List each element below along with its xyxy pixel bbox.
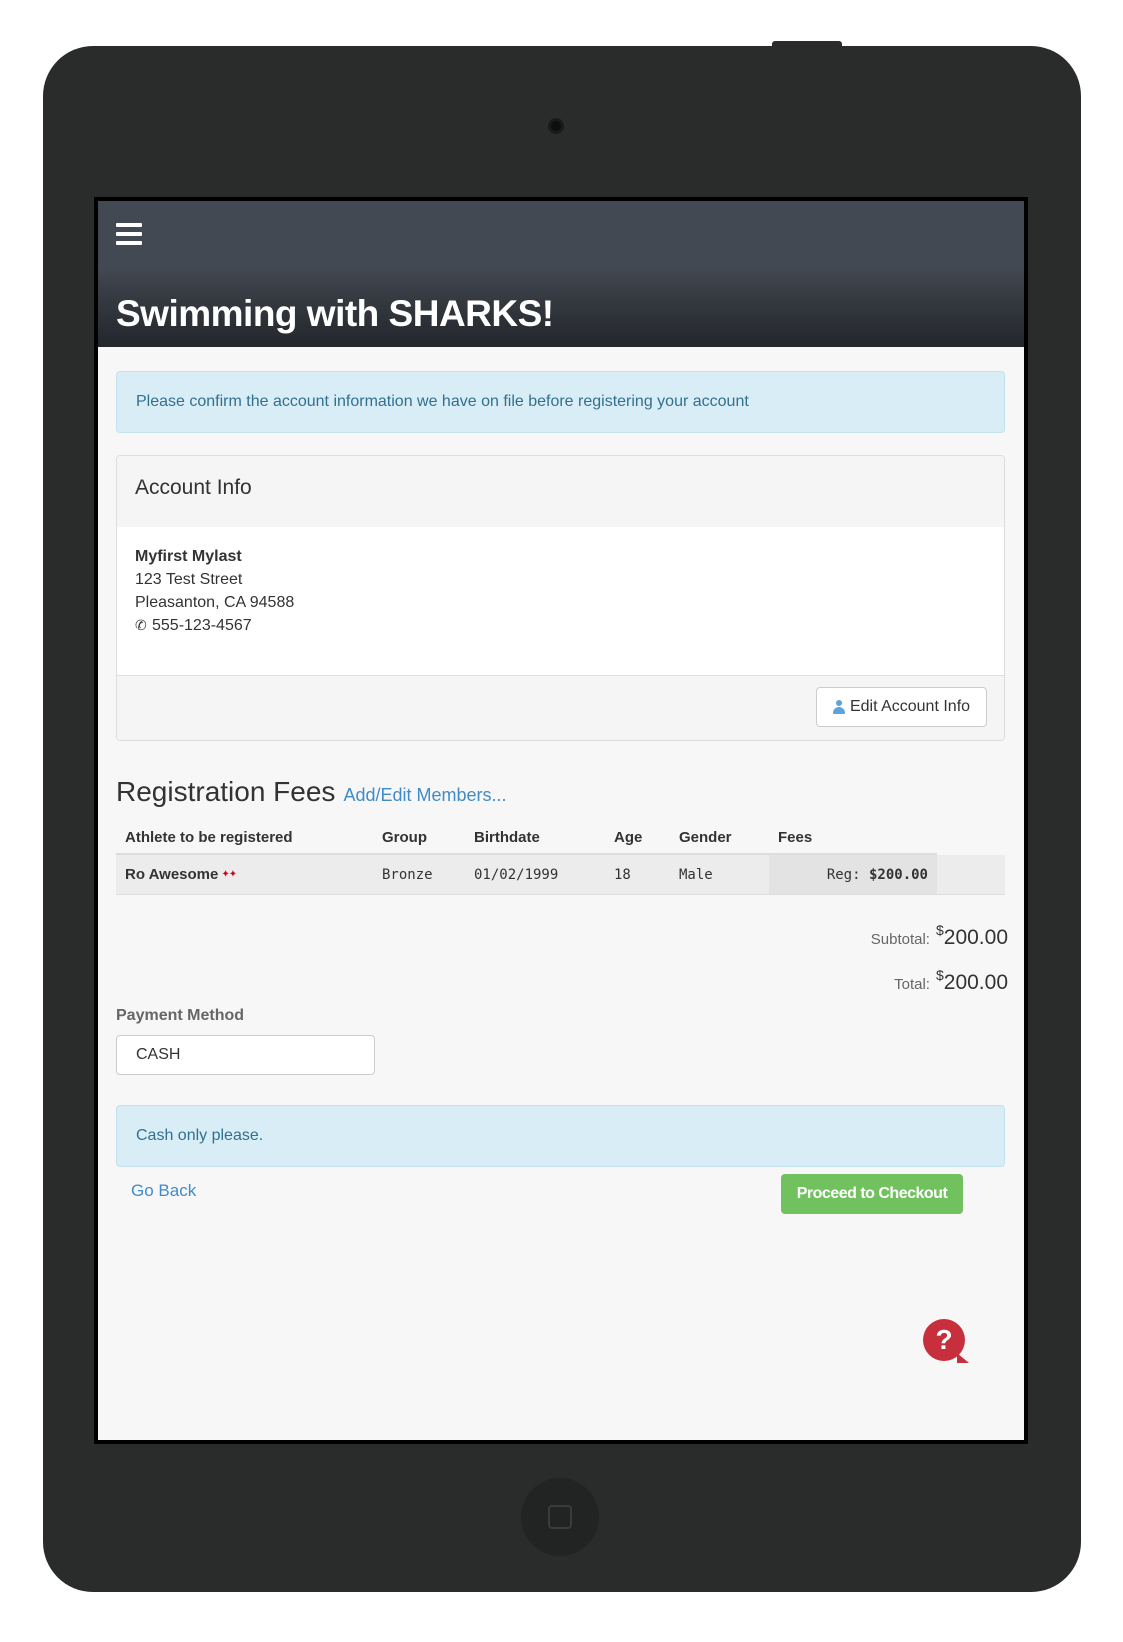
total-line: Total: $200.00 <box>708 967 1008 995</box>
subtotal-line: Subtotal: $200.00 <box>708 922 1008 950</box>
table-header: Athlete to be registered Group Birthdate… <box>116 821 937 855</box>
payment-method-value: CASH <box>136 1046 181 1063</box>
account-phone-line: ✆ 555-123-4567 <box>135 614 986 637</box>
column-header-birthdate: Birthdate <box>474 828 540 846</box>
registration-title: Registration Fees <box>116 776 336 807</box>
cash-only-alert: Cash only please. <box>116 1105 1005 1167</box>
subtotal-value: 200.00 <box>943 926 1008 949</box>
top-navbar: Swimming with SHARKS! <box>98 201 1024 347</box>
go-back-link[interactable]: Go Back <box>131 1181 196 1201</box>
cash-only-alert-text: Cash only please. <box>136 1127 264 1144</box>
edit-account-info-label: Edit Account Info <box>849 698 971 715</box>
fee-amount: $200.00 <box>868 866 928 883</box>
column-header-fees: Fees <box>778 828 813 846</box>
payment-method-label: Payment Method <box>116 1007 245 1024</box>
athlete-name: Ro Awesome <box>125 866 219 883</box>
add-edit-members-link[interactable]: Add/Edit Members... <box>343 785 506 806</box>
phone-icon: ✆ <box>135 617 147 633</box>
account-info-heading: Account Info <box>117 456 1004 527</box>
hamburger-menu-icon[interactable] <box>116 223 142 245</box>
total-label: Total: <box>894 976 930 993</box>
home-button[interactable] <box>521 1478 599 1556</box>
account-street: 123 Test Street <box>135 571 243 588</box>
athlete-fee-cell: Reg: $200.00 <box>769 855 937 894</box>
account-phone: 555-123-4567 <box>152 617 252 634</box>
proceed-to-checkout-button[interactable]: Proceed to Checkout <box>781 1174 963 1214</box>
athlete-birthdate: 01/02/1999 <box>474 866 559 883</box>
subtotal-currency: $ <box>935 922 944 938</box>
app-screen: Swimming with SHARKS! Please confirm the… <box>94 197 1028 1444</box>
column-header-group: Group <box>382 828 427 846</box>
column-header-age: Age <box>614 828 643 846</box>
athlete-group: Bronze <box>382 866 433 883</box>
help-icon[interactable]: ? <box>923 1319 969 1363</box>
power-button <box>772 41 842 49</box>
payment-method-select[interactable]: CASH <box>116 1035 375 1075</box>
column-header-athlete: Athlete to be registered <box>125 828 293 846</box>
registration-header: Registration Fees Add/Edit Members... <box>116 776 507 808</box>
total-value: 200.00 <box>943 971 1008 994</box>
account-name: Myfirst Mylast <box>135 548 242 565</box>
subtotal-label: Subtotal: <box>870 931 930 948</box>
account-details: Myfirst Mylast 123 Test Street Pleasanto… <box>117 527 1004 676</box>
athlete-cell: Ro Awesome ✦✦ <box>125 855 237 894</box>
athlete-badge-icon: ✦✦ <box>221 869 237 880</box>
page-title: Swimming with SHARKS! <box>116 293 554 334</box>
confirm-info-alert-text: Please confirm the account information w… <box>136 393 749 410</box>
column-header-gender: Gender <box>679 828 732 846</box>
camera-icon <box>548 118 564 134</box>
account-info-panel: Account Info Myfirst Mylast 123 Test Str… <box>116 455 1005 741</box>
total-currency: $ <box>935 967 944 983</box>
athlete-gender: Male <box>679 866 713 883</box>
fee-label: Reg: <box>826 866 861 883</box>
account-city-state-zip: Pleasanton, CA 94588 <box>135 594 295 611</box>
confirm-info-alert: Please confirm the account information w… <box>116 371 1005 433</box>
account-info-footer: Edit Account Info <box>117 675 1004 740</box>
user-icon <box>832 700 845 714</box>
table-row: Ro Awesome ✦✦ Bronze 01/02/1999 18 Male … <box>116 855 1005 895</box>
registration-table: Athlete to be registered Group Birthdate… <box>116 821 1005 895</box>
athlete-age: 18 <box>614 866 631 883</box>
edit-account-info-button[interactable]: Edit Account Info <box>816 687 987 727</box>
